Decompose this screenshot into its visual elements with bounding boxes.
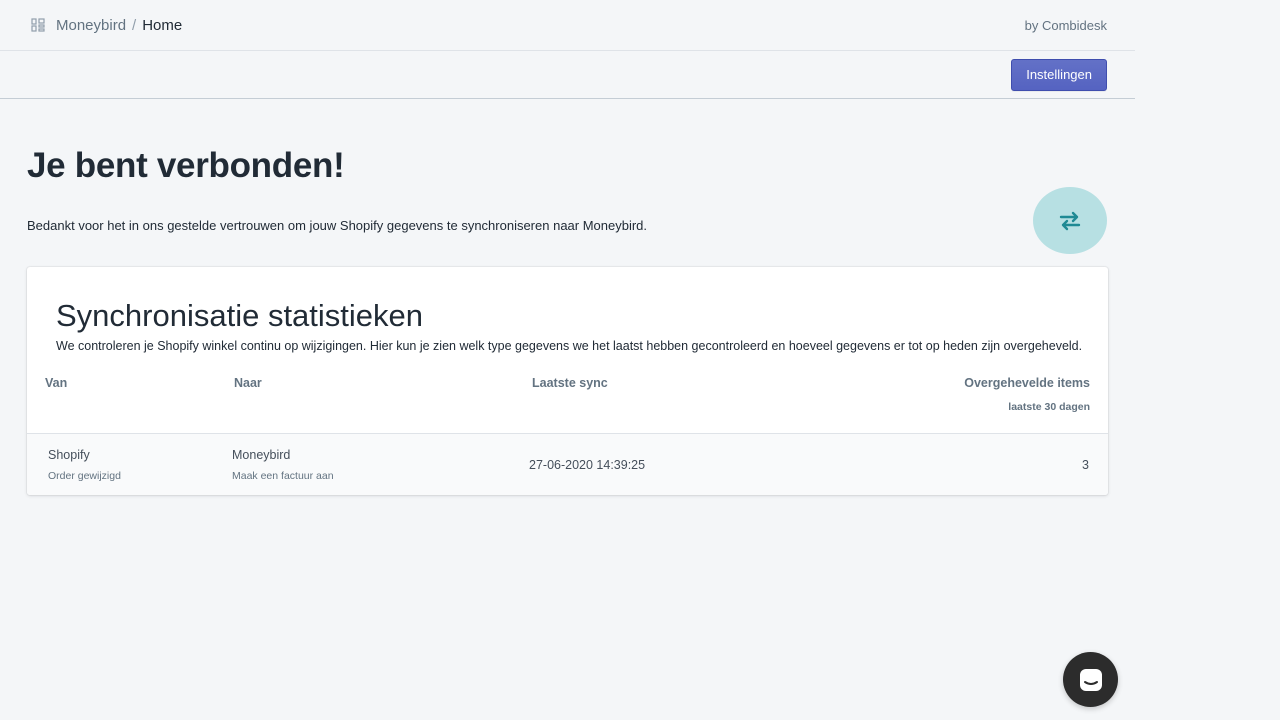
column-header-to: Naar (234, 376, 262, 390)
column-subheader-period: laatste 30 dagen (1008, 401, 1090, 413)
top-bar: Moneybird / Home by Combidesk (0, 0, 1135, 51)
sync-arrows-icon (1059, 211, 1081, 230)
app-frame: Moneybird / Home by Combidesk Instelling… (0, 0, 1135, 720)
row-to-action: Maak een factuur aan (232, 470, 334, 482)
stats-title: Synchronisatie statistieken (56, 298, 424, 333)
apps-grid-icon[interactable] (31, 18, 45, 32)
action-bar: Instellingen (0, 51, 1135, 99)
row-last-sync: 27-06-2020 14:39:25 (529, 458, 646, 472)
sync-status-badge (1033, 187, 1107, 254)
page-title: Je bent verbonden! (27, 146, 345, 185)
column-header-last-sync: Laatste sync (532, 376, 608, 390)
byline: by Combidesk (1024, 17, 1107, 33)
table-row: Shopify Order gewijzigd Moneybird Maak e… (27, 433, 1108, 495)
row-items-count: 3 (1082, 458, 1089, 472)
sync-stats-card: Synchronisatie statistieken We controler… (27, 267, 1108, 495)
column-header-from: Van (45, 376, 68, 390)
breadcrumb-moneybird-link[interactable]: Moneybird (56, 17, 126, 34)
breadcrumb-separator: / (132, 16, 137, 34)
stats-description: We controleren je Shopify winkel continu… (56, 339, 1083, 353)
row-from: Shopify (48, 448, 90, 462)
chat-icon (1079, 668, 1102, 691)
chat-launcher-button[interactable] (1063, 652, 1118, 707)
row-from-event: Order gewijzigd (48, 470, 121, 482)
breadcrumb-current-page: Home (142, 16, 183, 34)
column-header-items: Overgehevelde items (964, 376, 1090, 390)
row-to: Moneybird (232, 448, 291, 462)
settings-button[interactable]: Instellingen (1011, 58, 1107, 91)
intro-text: Bedankt voor het in ons gestelde vertrou… (27, 218, 648, 233)
